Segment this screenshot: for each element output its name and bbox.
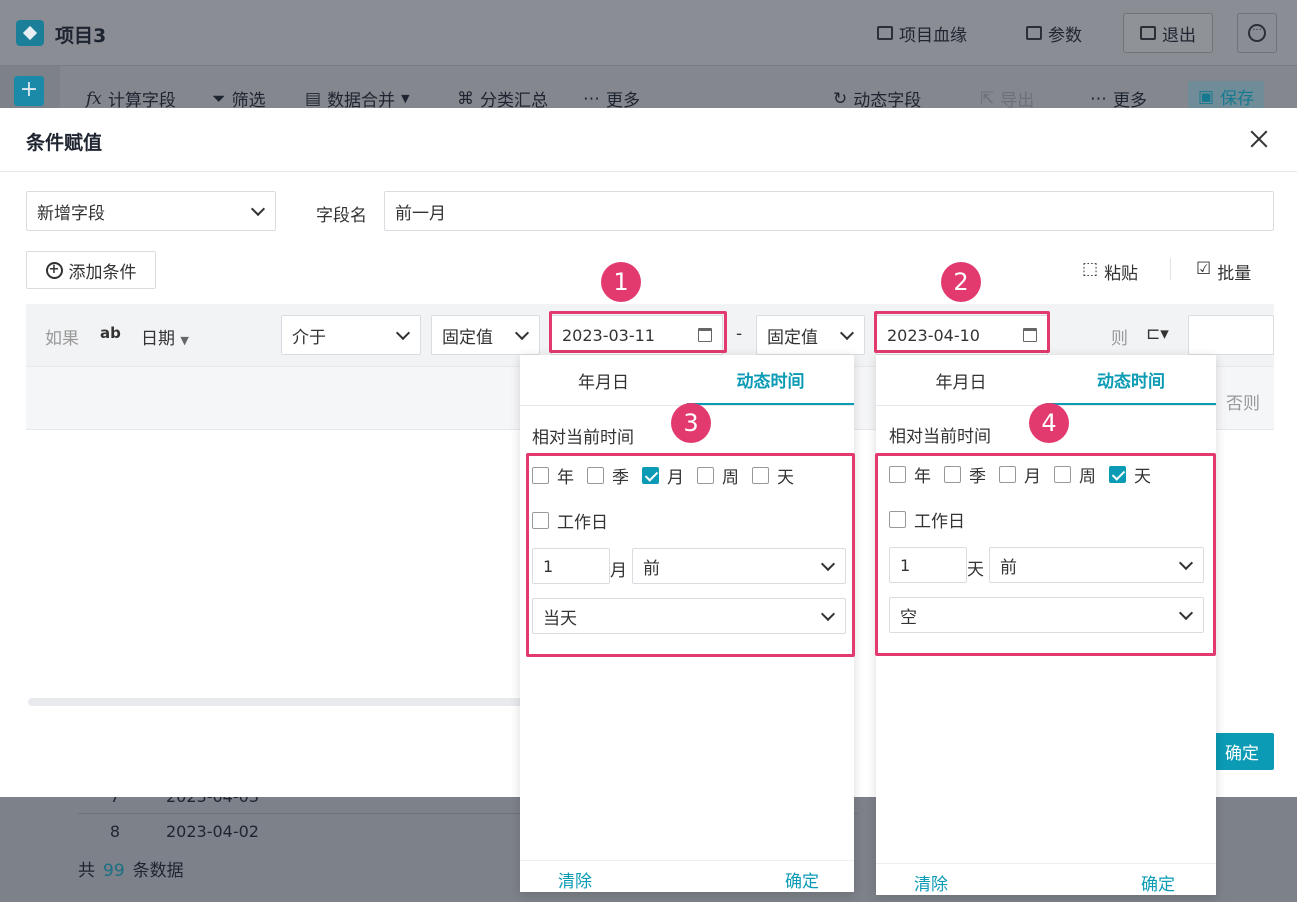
tab-date[interactable]: 年月日 (520, 355, 687, 405)
highlight-box (526, 453, 855, 657)
highlight-box (875, 453, 1216, 656)
lineage-button[interactable]: 项目血缘 (877, 13, 967, 53)
lineage-label: 项目血缘 (899, 25, 967, 46)
table-footer: 共 99 条数据 (78, 856, 184, 881)
dialog-confirm-button[interactable]: 确定 (1210, 733, 1274, 770)
save-icon: ▣ (1198, 86, 1215, 107)
field-name-label: 字段名 (316, 206, 367, 226)
field-name-value: 前一月 (395, 203, 446, 224)
close-icon[interactable] (1248, 128, 1270, 150)
step-badge: 2 (941, 262, 981, 302)
right-value-type-select[interactable]: 固定值 (756, 315, 865, 355)
batch-button[interactable]: ☑ 批量 (1196, 259, 1251, 284)
divider (0, 171, 1297, 172)
tab-date[interactable]: 年月日 (876, 355, 1046, 405)
popup-confirm-button[interactable]: 确定 (1141, 870, 1175, 895)
right-value-type: 固定值 (767, 327, 818, 348)
popup-footer: 清除 确定 (520, 860, 854, 892)
footer-prefix: 共 (78, 861, 95, 881)
left-value-type: 固定值 (442, 327, 493, 348)
tab-dynamic-time[interactable]: 动态时间 (1046, 355, 1216, 405)
refresh-icon: ↻ (833, 88, 848, 109)
tab-dynamic-time[interactable]: 动态时间 (687, 355, 854, 405)
row-index: 8 (109, 821, 121, 841)
chevron-down-icon (839, 325, 855, 341)
exit-label: 退出 (1162, 25, 1196, 46)
add-condition-label: 添加条件 (68, 262, 137, 283)
divider (1170, 258, 1171, 280)
range-dash: - (736, 324, 743, 344)
paste-button[interactable]: ⬚ 粘贴 (1082, 259, 1138, 284)
toolbar: fx 计算字段 ⏷ 筛选 ▤ 数据合并 ▼ ⌘ 分类汇总 ⋯ 更多 ↻ 动态字段 ⇱ 导出 ⋯ 更… (60, 66, 1297, 112)
more-dots-icon: ··· (1248, 24, 1266, 42)
popup-footer: 清除 确定 (876, 863, 1216, 895)
header-more-button[interactable]: ··· (1237, 13, 1277, 53)
step-badge: 1 (601, 262, 641, 302)
paste-label: 粘贴 (1104, 264, 1139, 284)
caret-down-icon: ▼ (401, 92, 410, 105)
clear-button[interactable]: 清除 (914, 870, 948, 895)
export-icon: ⇱ (980, 88, 995, 109)
left-value-type-select[interactable]: 固定值 (431, 315, 540, 355)
filter-icon: ⏷ (212, 88, 226, 109)
fx-icon: fx (86, 88, 102, 109)
params-icon (1026, 26, 1042, 40)
relative-label: 相对当前时间 (889, 427, 991, 447)
then-value-input[interactable] (1188, 315, 1274, 355)
save-label: 保存 (1220, 89, 1255, 109)
params-button[interactable]: 参数 (1026, 13, 1082, 53)
app-header: 项目3 项目血缘 参数 退出 ··· (0, 0, 1297, 66)
add-condition-button[interactable]: + 添加条件 (26, 251, 156, 289)
text-type-icon: ab (100, 324, 121, 342)
step-badge: 3 (671, 403, 711, 443)
paste-icon: ⬚ (1082, 259, 1099, 279)
dialog-title: 条件赋值 (26, 132, 103, 154)
operator-select[interactable]: 介于 (281, 315, 421, 355)
field-mode-value: 新增字段 (37, 203, 105, 224)
batch-label: 批量 (1217, 264, 1252, 284)
caret-down-icon: ▼ (180, 334, 189, 347)
plus-circle-icon: + (45, 261, 63, 279)
more-icon: ⋯ (583, 88, 600, 109)
group-icon: ⌘ (457, 88, 474, 109)
value-type-icon[interactable]: ⊏▾ (1146, 324, 1169, 344)
chevron-down-icon (395, 325, 411, 341)
row-count: 99 (103, 861, 125, 881)
step-badge: 4 (1029, 403, 1069, 443)
footer-suffix: 条数据 (132, 861, 184, 881)
chevron-down-icon (514, 325, 530, 341)
merge-icon: ▤ (305, 88, 322, 109)
more-icon: ⋯ (1090, 88, 1107, 109)
field-select[interactable]: 日期 ▼ (141, 324, 189, 349)
batch-icon: ☑ (1196, 259, 1212, 279)
project-title: 项目3 (55, 25, 107, 47)
highlight-box (549, 311, 727, 353)
clear-button[interactable]: 清除 (558, 867, 592, 892)
params-label: 参数 (1048, 25, 1082, 46)
field-mode-select[interactable]: 新增字段 (26, 191, 276, 231)
field-value: 日期 (141, 329, 175, 349)
project-folder-icon (16, 20, 44, 46)
row-date: 2023-04-02 (166, 821, 259, 841)
else-label: 否则 (1226, 394, 1260, 414)
side-add-button[interactable]: + (14, 76, 44, 106)
if-label: 如果 (45, 329, 79, 349)
then-label: 则 (1111, 329, 1128, 349)
chevron-down-icon (250, 201, 266, 217)
popup-confirm-button[interactable]: 确定 (785, 867, 819, 892)
field-name-input[interactable]: 前一月 (384, 191, 1274, 231)
lineage-icon (877, 26, 893, 40)
highlight-box (874, 311, 1050, 353)
relative-label: 相对当前时间 (532, 428, 634, 448)
exit-icon (1140, 26, 1156, 40)
exit-button[interactable]: 退出 (1123, 13, 1213, 53)
operator-value: 介于 (292, 327, 326, 348)
